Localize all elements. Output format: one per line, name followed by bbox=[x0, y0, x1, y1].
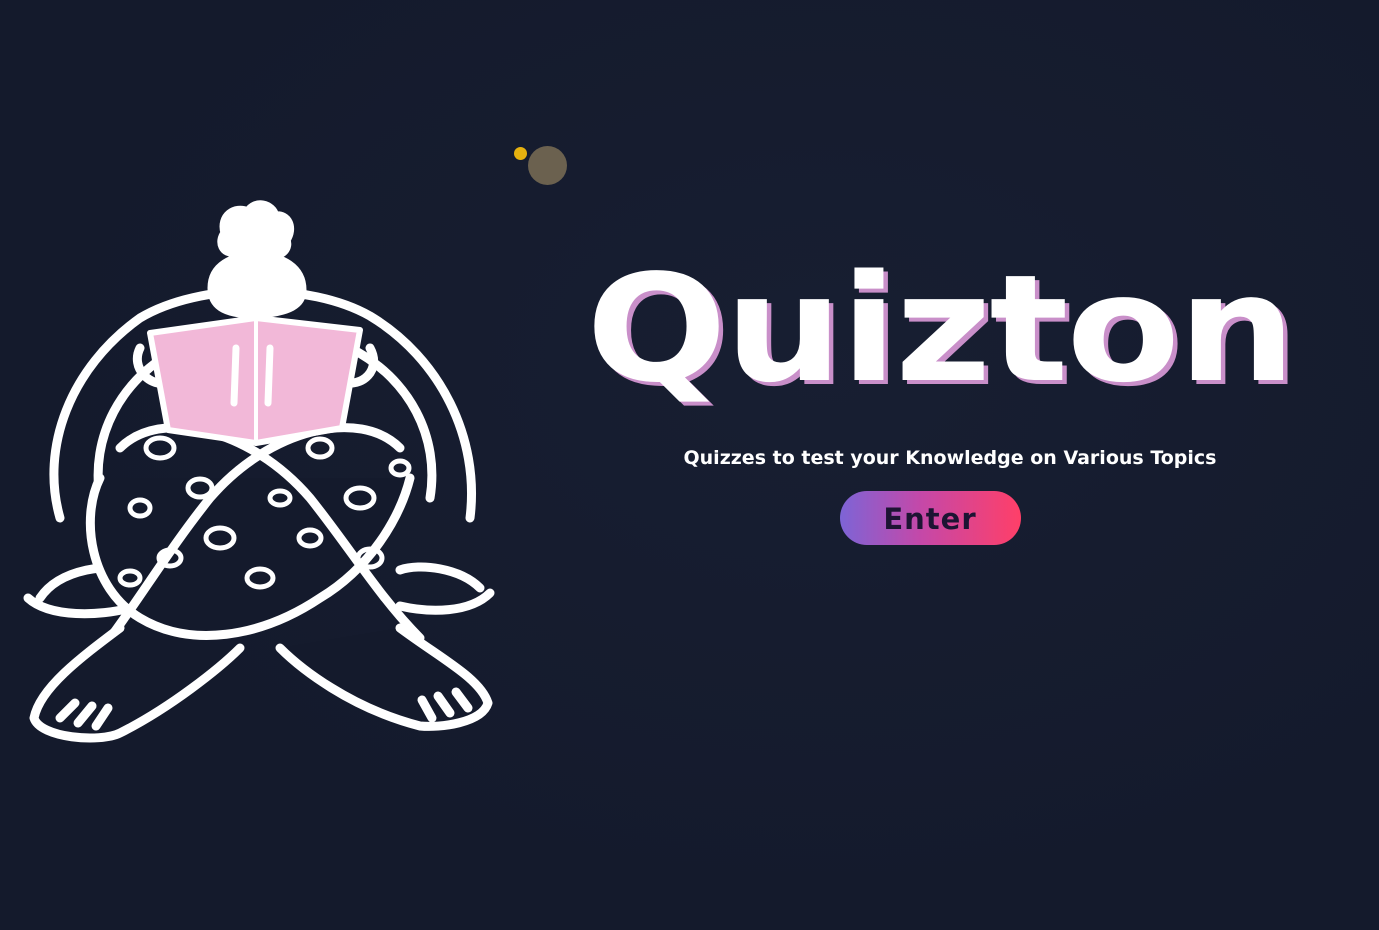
landing-page: Quizton Quizzes to test your Knowledge o… bbox=[0, 0, 1379, 930]
cursor-ring bbox=[528, 146, 567, 185]
enter-button[interactable]: Enter bbox=[839, 491, 1021, 545]
tagline: Quizzes to test your Knowledge on Variou… bbox=[683, 447, 1217, 469]
brand-title: Quizton bbox=[586, 243, 1296, 415]
person-reading-illustration bbox=[23, 200, 495, 743]
cursor-dot bbox=[514, 147, 527, 160]
hero-section: Quizton Quizzes to test your Knowledge o… bbox=[585, 243, 1296, 545]
